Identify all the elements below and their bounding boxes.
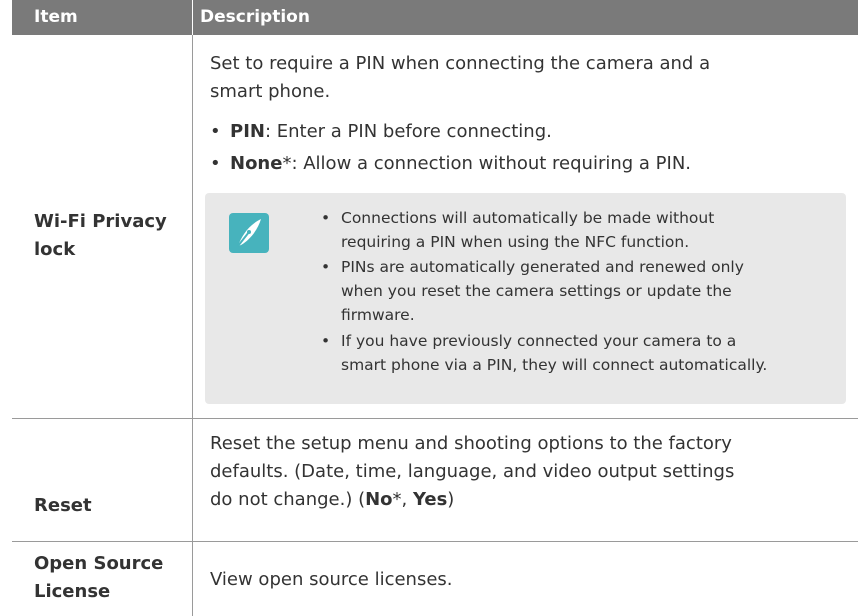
settings-table: Item Description Wi-Fi Privacy lock Set … bbox=[12, 0, 858, 616]
header-separator bbox=[192, 0, 193, 35]
open-source-description: View open source licenses. bbox=[210, 569, 453, 590]
reset-description: Reset the setup menu and shooting option… bbox=[210, 433, 735, 510]
header-item: Item bbox=[34, 7, 78, 27]
header-description: Description bbox=[200, 7, 310, 27]
note-box: • Connections will automatically be made… bbox=[205, 193, 846, 404]
row-divider bbox=[12, 418, 858, 419]
row-label-reset: Reset bbox=[34, 495, 92, 516]
pen-nib-icon bbox=[229, 213, 269, 253]
wifi-intro: Set to require a PIN when connecting the… bbox=[210, 53, 711, 102]
row-divider bbox=[12, 541, 858, 542]
table-header: Item Description bbox=[12, 0, 858, 35]
row-label-open-source: Open Source License bbox=[34, 553, 164, 602]
row-label-wifi: Wi-Fi Privacy lock bbox=[34, 211, 167, 260]
column-divider bbox=[192, 35, 193, 616]
